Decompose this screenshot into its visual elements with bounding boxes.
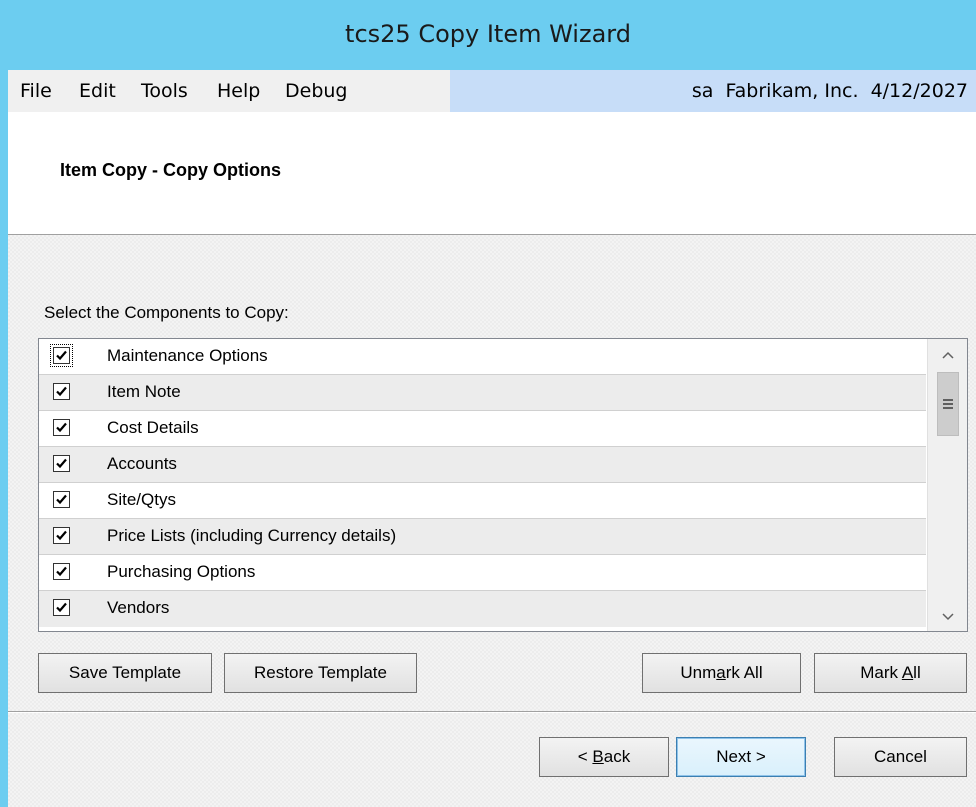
menu-debug[interactable]: Debug — [285, 80, 347, 102]
next-button[interactable]: Next > — [676, 737, 806, 777]
user-company-date: sa Fabrikam, Inc. 4/12/2027 — [691, 80, 968, 102]
scroll-thumb[interactable] — [937, 372, 959, 436]
list-item[interactable]: Price Lists (including Currency details) — [39, 519, 926, 555]
checkbox-maintenance-options[interactable] — [50, 344, 73, 367]
list-item[interactable]: Vendors — [39, 591, 926, 627]
mark-all-label-end: ll — [913, 663, 921, 682]
checkbox-site-qtys[interactable] — [53, 491, 70, 508]
list-item-label: Cost Details — [107, 418, 199, 437]
check-icon — [56, 458, 67, 469]
mark-all-label-start: Mark — [860, 663, 902, 682]
grip-line — [943, 407, 953, 409]
check-icon — [56, 530, 67, 541]
components-label: Select the Components to Copy: — [44, 303, 289, 322]
scroll-up-arrow[interactable] — [928, 339, 967, 369]
vertical-scrollbar[interactable] — [927, 339, 967, 631]
list-item[interactable]: Accounts — [39, 447, 926, 483]
restore-template-button[interactable]: Restore Template — [224, 653, 417, 693]
wizard-window: tcs25 Copy Item Wizard File Edit Tools H… — [0, 0, 976, 807]
list-item[interactable]: Item Note — [39, 375, 926, 411]
check-icon — [56, 602, 67, 613]
scroll-down-arrow[interactable] — [928, 601, 967, 631]
menu-edit[interactable]: Edit — [79, 80, 116, 102]
save-template-button[interactable]: Save Template — [38, 653, 212, 693]
list-item-label: Maintenance Options — [107, 346, 268, 365]
menu-help[interactable]: Help — [217, 80, 260, 102]
checkbox-accounts[interactable] — [53, 455, 70, 472]
list-item[interactable]: Site/Qtys — [39, 483, 926, 519]
title-bar[interactable]: tcs25 Copy Item Wizard — [0, 0, 976, 70]
unmark-all-accesskey: a — [716, 663, 726, 682]
checkbox-purchasing-options[interactable] — [53, 563, 70, 580]
check-icon — [56, 494, 67, 505]
checkbox-price-lists[interactable] — [53, 527, 70, 544]
chevron-up-icon — [942, 351, 954, 359]
checkbox-cost-details[interactable] — [53, 419, 70, 436]
window-title: tcs25 Copy Item Wizard — [345, 20, 631, 48]
page-title: Item Copy - Copy Options — [60, 160, 282, 180]
list-item-label: Accounts — [107, 454, 177, 473]
mark-all-button[interactable]: Mark All — [814, 653, 967, 693]
menu-file[interactable]: File — [20, 80, 52, 102]
status-area: sa Fabrikam, Inc. 4/12/2027 — [450, 70, 976, 112]
list-item[interactable]: Purchasing Options — [39, 555, 926, 591]
grip-line — [943, 403, 953, 405]
back-button[interactable]: < Back — [539, 737, 669, 777]
back-accesskey: B — [592, 747, 604, 766]
checkbox-item-note[interactable] — [53, 383, 70, 400]
list-item-label: Price Lists (including Currency details) — [107, 526, 397, 545]
list-item-label: Vendors — [107, 598, 170, 617]
check-icon — [56, 422, 67, 433]
footer-divider — [8, 711, 976, 713]
list-item[interactable]: Cost Details — [39, 411, 926, 447]
list-item-label: Purchasing Options — [107, 562, 256, 581]
checkbox-vendors[interactable] — [53, 599, 70, 616]
unmark-all-label-end: rk All — [725, 663, 763, 682]
cancel-button[interactable]: Cancel — [834, 737, 967, 777]
list-item-label: Site/Qtys — [107, 490, 176, 509]
unmark-all-button[interactable]: Unmark All — [642, 653, 801, 693]
components-list[interactable]: Maintenance Options Item Note Cost Detai… — [38, 338, 968, 632]
menu-tools[interactable]: Tools — [141, 80, 188, 102]
check-icon — [56, 566, 67, 577]
list-item[interactable]: Maintenance Options — [39, 339, 926, 375]
grip-line — [943, 399, 953, 401]
menu-area: File Edit Tools Help Debug — [8, 70, 450, 112]
menu-bar: File Edit Tools Help Debug sa Fabrikam, … — [8, 70, 976, 112]
check-icon — [56, 350, 67, 361]
back-label-end: ack — [603, 747, 631, 766]
list-item-label: Item Note — [107, 382, 181, 401]
chevron-down-icon — [942, 613, 954, 621]
mark-all-accesskey: A — [901, 663, 914, 682]
wizard-header: Item Copy - Copy Options — [8, 112, 976, 235]
check-icon — [56, 386, 67, 397]
wizard-body: Select the Components to Copy: Maintenan… — [8, 235, 976, 807]
back-label-start: < — [577, 747, 593, 766]
unmark-all-label-start: Unm — [680, 663, 717, 682]
